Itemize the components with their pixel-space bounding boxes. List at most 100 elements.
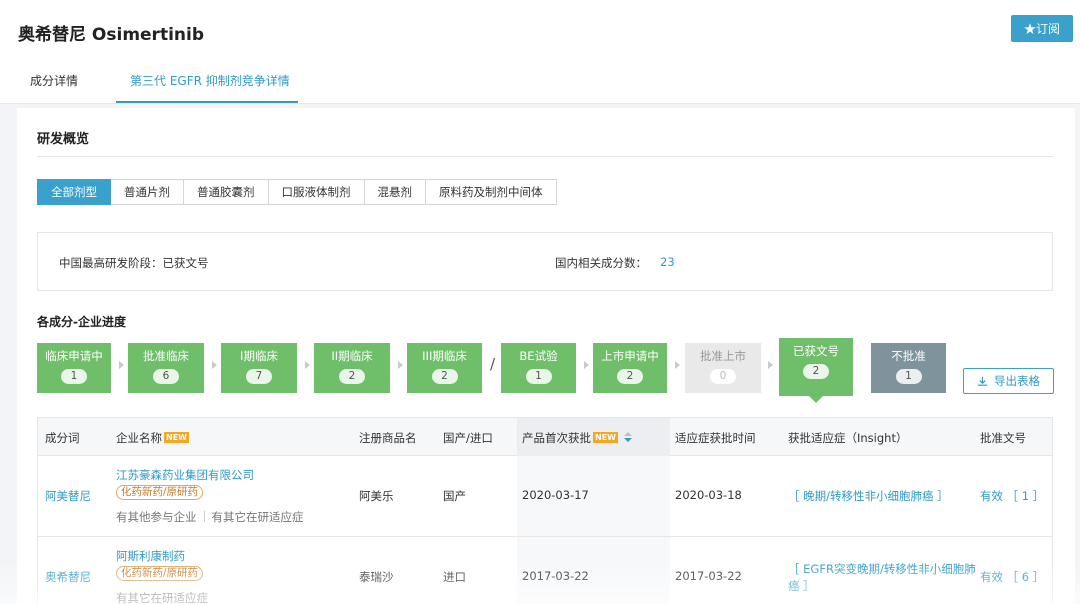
results-table: 成分词 企业名称 NEW 注册商品名 国产/进口 产品首次获批 NEW 适应症获批时… <box>37 417 1053 604</box>
stage-license-obtained[interactable]: 已获文号 2 <box>779 338 853 396</box>
link-separator <box>203 511 205 522</box>
stage-not-approved[interactable]: 不批准 1 <box>871 343 946 393</box>
filter-api-intermediate[interactable]: 原料药及制剂中间体 <box>426 179 557 205</box>
col-approval-number: 批准文号 <box>980 431 1026 445</box>
related-count-value[interactable]: 23 <box>660 255 675 269</box>
row-sub-links: 有其他参与企业 有其它在研适应症 <box>116 509 304 525</box>
chevron-right-icon <box>212 361 217 369</box>
other-indications-link[interactable]: 有其它在研适应症 <box>116 591 208 604</box>
stage-count: 0 <box>710 369 736 384</box>
stage-marketing-approved[interactable]: 批准上市 0 <box>685 343 761 393</box>
stage-name: I期临床 <box>240 349 278 363</box>
main-card: 研发概览 全部剂型 普通片剂 普通胶囊剂 口服液体制剂 混悬剂 原料药及制剂中间… <box>17 108 1075 604</box>
stage-count: 2 <box>339 369 365 384</box>
col-company: 企业名称 NEW <box>116 430 189 446</box>
filter-capsule[interactable]: 普通胶囊剂 <box>184 179 269 205</box>
highest-stage-label: 中国最高研发阶段：已获文号 <box>59 256 209 270</box>
approval-number-link[interactable]: 有效 ［ 6 ］ <box>980 569 1044 585</box>
col-indication-date: 适应症获批时间 <box>675 431 756 445</box>
chevron-right-icon <box>398 361 403 369</box>
filter-suspension[interactable]: 混悬剂 <box>364 179 426 205</box>
indication-link[interactable]: ［ EGFR突变晚期/转移性非小细胞肺 <box>788 561 976 577</box>
filter-oral-liquid[interactable]: 口服液体制剂 <box>268 179 365 205</box>
dosage-filter-group: 全部剂型 普通片剂 普通胶囊剂 口服液体制剂 混悬剂 原料药及制剂中间体 <box>37 179 557 205</box>
page-title: 奥希替尼 Osimertinib <box>18 25 204 45</box>
indication-link[interactable]: ［ 晚期/转移性非小细胞肺癌 ］ <box>788 488 949 504</box>
chevron-right-icon <box>768 361 773 369</box>
indication-date: 2020-03-18 <box>675 488 742 502</box>
new-tag: NEW <box>593 432 618 443</box>
stage-clinical-approved[interactable]: 批准临床 6 <box>128 343 204 393</box>
new-tag: NEW <box>164 432 189 443</box>
other-indications-link[interactable]: 有其它在研适应症 <box>212 510 304 524</box>
col-first-approval-label: 产品首次获批 <box>522 431 591 445</box>
stage-name: 不批准 <box>891 349 926 363</box>
filter-all-forms[interactable]: 全部剂型 <box>37 179 111 205</box>
stage-separator: / <box>490 355 496 373</box>
tab-ingredient-details[interactable]: 成分详情 <box>30 72 78 104</box>
export-label: 导出表格 <box>994 376 1040 388</box>
divider <box>37 156 1053 157</box>
stage-count: 2 <box>431 369 458 384</box>
stage-name: 批准上市 <box>700 349 746 363</box>
active-tab-indicator <box>116 101 298 103</box>
col-first-approval[interactable]: 产品首次获批 NEW <box>522 430 632 446</box>
col-indication: 获批适应症（Insight） <box>788 431 908 445</box>
ingredient-link[interactable]: 阿美替尼 <box>45 488 91 504</box>
brand-name: 阿美乐 <box>359 489 394 503</box>
company-link[interactable]: 江苏豪森药业集团有限公司 <box>116 467 254 483</box>
stage-name: II期临床 <box>331 349 373 363</box>
chevron-right-icon <box>119 361 124 369</box>
related-count-label: 国内相关成分数： <box>555 256 647 270</box>
stage-name: 已获文号 <box>793 344 839 358</box>
stage-name: 批准临床 <box>143 349 189 363</box>
first-approval-date: 2020-03-17 <box>522 488 589 502</box>
sort-icon[interactable] <box>623 432 632 444</box>
indication-link-cont[interactable]: 癌 ］ <box>788 578 815 594</box>
row-sub-links: 有其它在研适应症 <box>116 590 208 604</box>
stage-count: 1 <box>525 369 552 384</box>
section-title: 研发概览 <box>37 132 90 147</box>
download-icon <box>977 376 988 386</box>
chevron-right-icon <box>584 361 589 369</box>
stage-phase-1[interactable]: I期临床 7 <box>221 343 297 393</box>
company-link[interactable]: 阿斯利康制药 <box>116 548 185 564</box>
export-table-button[interactable]: 导出表格 <box>963 368 1054 394</box>
stage-name: BE试验 <box>519 349 558 363</box>
approval-number-link[interactable]: 有效 ［ 1 ］ <box>980 488 1044 504</box>
brand-name: 泰瑞沙 <box>359 570 394 584</box>
col-origin: 国产/进口 <box>443 431 493 445</box>
stage-phase-3[interactable]: III期临床 2 <box>407 343 482 393</box>
selected-stage-pointer <box>809 396 823 403</box>
col-brand: 注册商品名 <box>359 431 417 445</box>
stage-count: 1 <box>895 369 922 384</box>
stage-phase-2[interactable]: II期临床 2 <box>314 343 390 393</box>
stage-count: 6 <box>153 369 179 384</box>
table-header: 成分词 企业名称 NEW 注册商品名 国产/进口 产品首次获批 NEW 适应症获批时… <box>38 418 1052 456</box>
filter-tablet[interactable]: 普通片剂 <box>111 179 184 205</box>
origin: 国产 <box>443 489 466 503</box>
ingredient-link[interactable]: 奥希替尼 <box>45 569 91 585</box>
stage-marketing-application[interactable]: 上市申请中 2 <box>593 343 667 393</box>
chevron-right-icon <box>675 361 680 369</box>
subscribe-button[interactable]: ★订阅 <box>1011 15 1073 42</box>
table-row: 奥希替尼 阿斯利康制药 化药新药/原研药 有其它在研适应症 泰瑞沙 进口 201… <box>38 537 1052 604</box>
stage-count: 2 <box>617 369 643 384</box>
col-company-label: 企业名称 <box>116 431 162 445</box>
stage-name: III期临床 <box>422 349 467 363</box>
other-companies-link[interactable]: 有其他参与企业 <box>116 510 197 524</box>
drug-type-badge: 化药新药/原研药 <box>116 485 204 500</box>
stage-be-trial[interactable]: BE试验 1 <box>501 343 576 393</box>
col-ingredient: 成分词 <box>45 431 80 445</box>
tab-egfr-competition[interactable]: 第三代 EGFR 抑制剂竞争详情 <box>130 72 290 104</box>
table-row: 阿美替尼 江苏豪森药业集团有限公司 化药新药/原研药 有其他参与企业 有其它在研适… <box>38 456 1052 537</box>
progress-title: 各成分-企业进度 <box>37 315 126 329</box>
stage-count: 7 <box>246 369 272 384</box>
chevron-right-icon <box>305 361 310 369</box>
top-bar: 奥希替尼 Osimertinib ★订阅 成分详情 第三代 EGFR 抑制剂竞争… <box>0 0 1080 104</box>
stage-name: 上市申请中 <box>601 349 659 363</box>
stage-count: 1 <box>61 369 87 384</box>
stage-clinical-application[interactable]: 临床申请中 1 <box>37 343 111 393</box>
summary-box: 中国最高研发阶段：已获文号 国内相关成分数： 23 <box>37 232 1053 291</box>
stage-name: 临床申请中 <box>45 349 103 363</box>
